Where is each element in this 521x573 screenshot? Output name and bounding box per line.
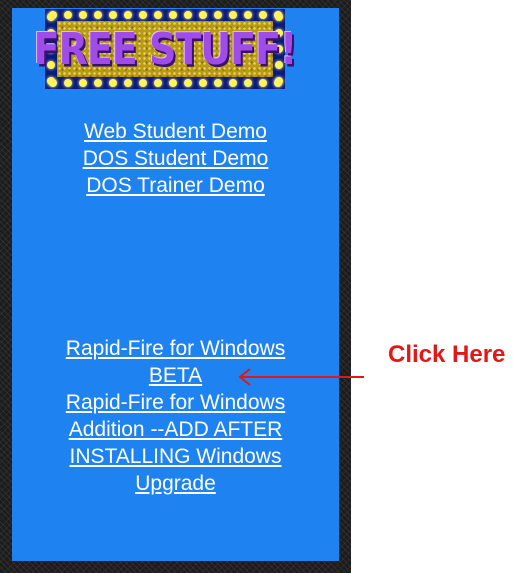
rapid-fire-addition-link-line1[interactable]: Rapid-Fire for Windows bbox=[12, 389, 339, 416]
dos-trainer-demo-link[interactable]: DOS Trainer Demo bbox=[12, 172, 339, 199]
free-stuff-banner: FREE STUFF! bbox=[34, 9, 297, 89]
banner-gold-field: FREE STUFF! bbox=[34, 21, 297, 77]
rapid-fire-windows-link-line1[interactable]: Rapid-Fire for Windows bbox=[12, 335, 339, 362]
rapid-fire-addition-link-line2[interactable]: Addition --ADD AFTER bbox=[12, 416, 339, 443]
rapid-fire-links: Rapid-Fire for Windows BETA Rapid-Fire f… bbox=[12, 335, 339, 497]
web-student-demo-link[interactable]: Web Student Demo bbox=[12, 118, 339, 145]
dos-student-demo-link[interactable]: DOS Student Demo bbox=[12, 145, 339, 172]
left-arrow-icon bbox=[238, 368, 364, 386]
rapid-fire-addition-link-line4[interactable]: Upgrade bbox=[12, 470, 339, 497]
banner-lights-bottom bbox=[45, 77, 285, 89]
banner-lights-top bbox=[45, 9, 285, 21]
demo-links: Web Student Demo DOS Student Demo DOS Tr… bbox=[12, 118, 339, 199]
banner-title: FREE STUFF! bbox=[33, 23, 298, 75]
rapid-fire-addition-link-line3[interactable]: INSTALLING Windows bbox=[12, 443, 339, 470]
page: FREE STUFF! Web Student Demo DOS Student… bbox=[0, 0, 521, 573]
click-here-annotation: Click Here bbox=[388, 341, 506, 368]
